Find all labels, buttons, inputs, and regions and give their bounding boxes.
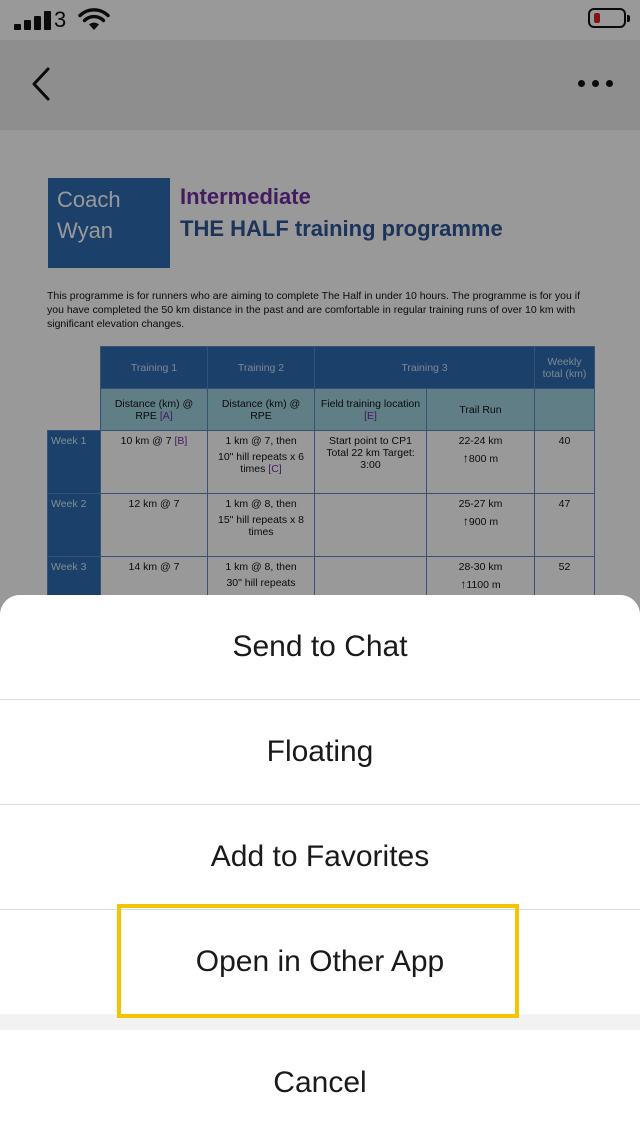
action-sheet: Send to Chat Floating Add to Favorites O… xyxy=(0,595,640,1136)
send-to-chat-button[interactable]: Send to Chat xyxy=(0,595,640,699)
floating-button[interactable]: Floating xyxy=(0,700,640,804)
add-to-favorites-button[interactable]: Add to Favorites xyxy=(0,805,640,909)
highlight-box xyxy=(117,904,519,1018)
cancel-button[interactable]: Cancel xyxy=(0,1030,640,1136)
